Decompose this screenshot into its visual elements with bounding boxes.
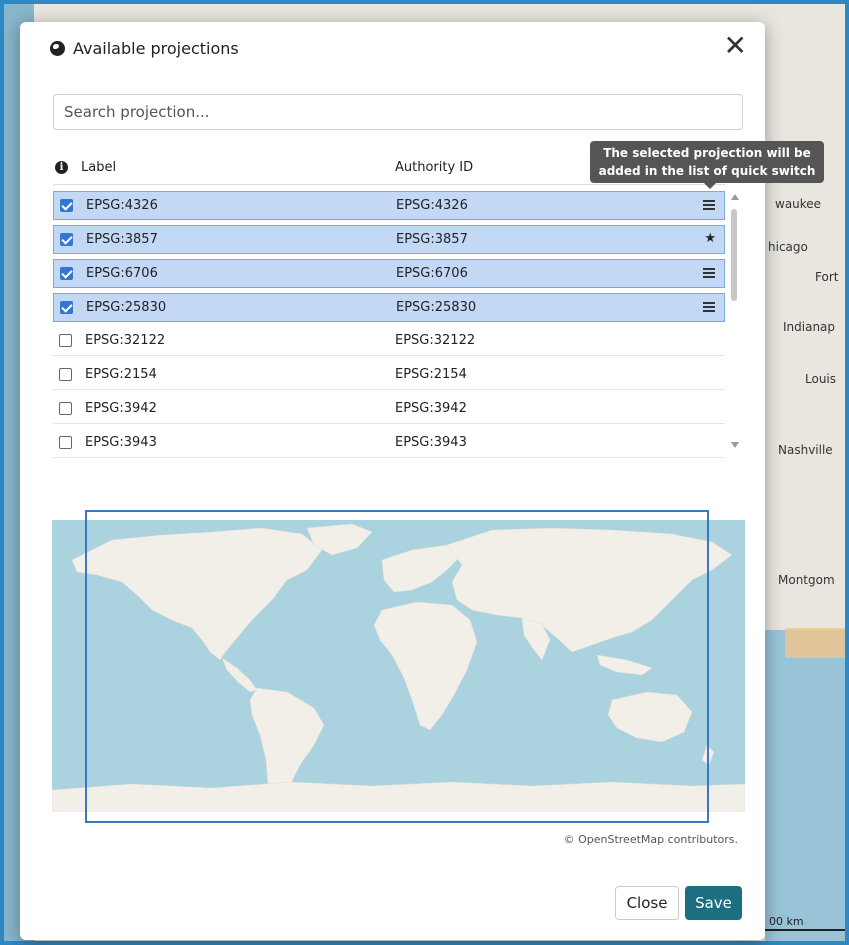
map-attribution[interactable]: © OpenStreetMap contributors.	[564, 833, 738, 846]
projection-list: EPSG:4326 EPSG:4326 EPSG:3857 EPSG:3857 ★ EPS…	[53, 191, 725, 463]
column-header-label[interactable]: Label	[81, 160, 116, 175]
save-button[interactable]: Save	[685, 886, 742, 920]
projection-row[interactable]: EPSG:6706 EPSG:6706	[53, 259, 725, 288]
projection-authority-id: EPSG:4326	[396, 198, 468, 213]
projection-checkbox[interactable]	[60, 301, 73, 314]
projection-label: EPSG:2154	[85, 367, 157, 382]
projection-authority-id: EPSG:32122	[395, 333, 476, 348]
projection-row[interactable]: EPSG:2154 EPSG:2154	[53, 361, 725, 390]
projection-label: EPSG:6706	[86, 266, 158, 281]
projection-row[interactable]: EPSG:3857 EPSG:3857 ★	[53, 225, 725, 254]
projection-authority-id: EPSG:3857	[396, 232, 468, 247]
projection-row[interactable]: EPSG:3942 EPSG:3942	[53, 395, 725, 424]
projection-checkbox[interactable]	[59, 368, 72, 381]
star-icon[interactable]: ★	[704, 231, 716, 246]
projection-checkbox[interactable]	[59, 402, 72, 415]
info-icon[interactable]: i	[55, 161, 68, 174]
scroll-thumb[interactable]	[731, 209, 737, 301]
projection-checkbox[interactable]	[60, 199, 73, 212]
projection-authority-id: EPSG:6706	[396, 266, 468, 281]
projection-label: EPSG:3857	[86, 232, 158, 247]
close-icon[interactable]: ✕	[724, 32, 747, 60]
projection-checkbox[interactable]	[59, 334, 72, 347]
list-icon[interactable]	[703, 268, 715, 279]
projection-checkbox[interactable]	[59, 436, 72, 449]
dialog-title: Available projections	[73, 39, 239, 58]
projection-label: EPSG:32122	[85, 333, 166, 348]
projection-label: EPSG:4326	[86, 198, 158, 213]
quick-switch-tooltip: The selected projection will be added in…	[590, 141, 824, 189]
projections-dialog: Available projections ✕ i Label Authorit…	[20, 22, 824, 940]
projection-authority-id: EPSG:2154	[395, 367, 467, 382]
projection-extent-box	[85, 510, 709, 823]
projection-row[interactable]: EPSG:4326 EPSG:4326	[53, 191, 725, 220]
projection-row[interactable]: EPSG:3943 EPSG:3943	[53, 429, 725, 458]
projection-checkbox[interactable]	[60, 233, 73, 246]
projection-authority-id: EPSG:3943	[395, 435, 467, 450]
projection-authority-id: EPSG:25830	[396, 300, 477, 315]
projection-checkbox[interactable]	[60, 267, 73, 280]
scroll-up-arrow[interactable]	[731, 194, 739, 200]
tooltip-line: added in the list of quick switch	[598, 164, 816, 178]
list-icon[interactable]	[703, 200, 715, 211]
list-scrollbar[interactable]	[729, 194, 739, 449]
projection-row[interactable]: EPSG:32122 EPSG:32122	[53, 327, 725, 356]
close-button[interactable]: Close	[615, 886, 679, 920]
globe-icon	[50, 41, 65, 56]
projection-label: EPSG:3942	[85, 401, 157, 416]
list-icon[interactable]	[703, 302, 715, 313]
scroll-down-arrow[interactable]	[731, 442, 739, 448]
projection-label: EPSG:25830	[86, 300, 167, 315]
dialog-header: Available projections	[50, 39, 239, 58]
projection-label: EPSG:3943	[85, 435, 157, 450]
column-header-authority[interactable]: Authority ID	[395, 160, 473, 175]
tooltip-line: The selected projection will be	[603, 146, 811, 160]
projection-row[interactable]: EPSG:25830 EPSG:25830	[53, 293, 725, 322]
search-input[interactable]	[53, 94, 743, 130]
projection-authority-id: EPSG:3942	[395, 401, 467, 416]
